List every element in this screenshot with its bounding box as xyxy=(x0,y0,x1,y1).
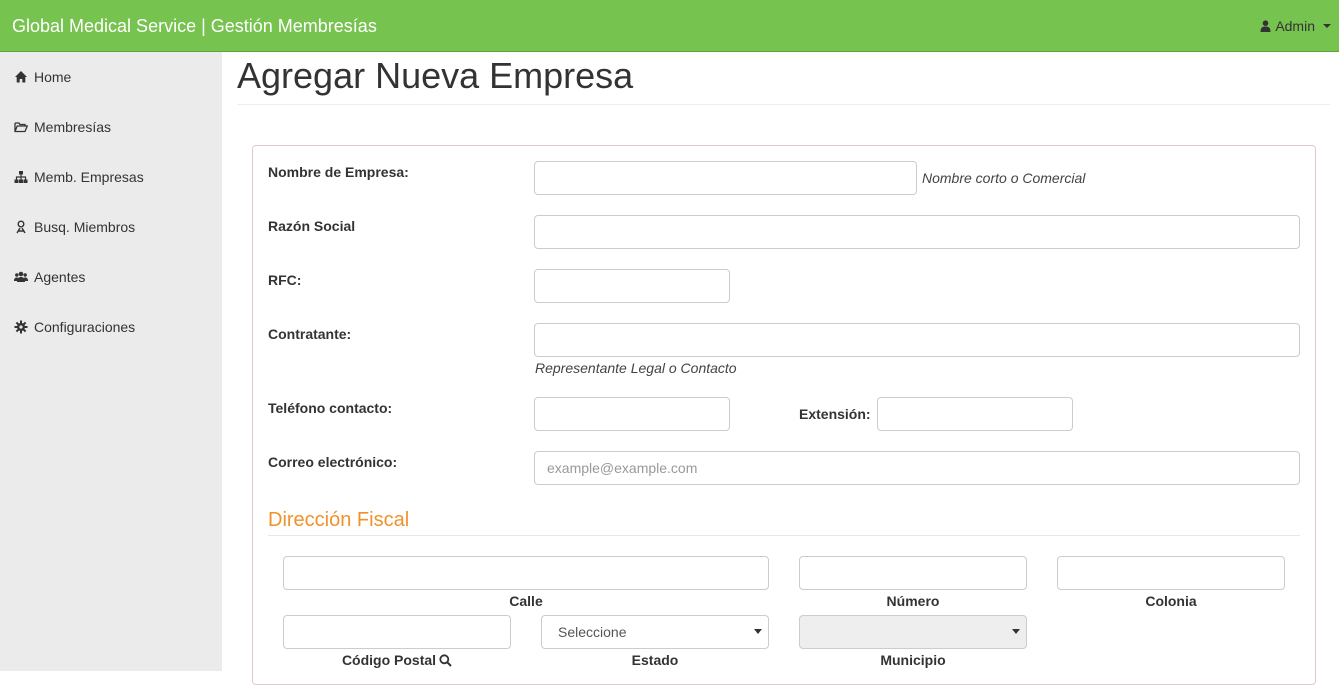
search-icon[interactable] xyxy=(439,653,452,667)
title-divider xyxy=(237,104,1330,105)
top-navbar: Global Medical Service | Gestión Membres… xyxy=(0,0,1339,52)
sitemap-icon xyxy=(14,171,28,183)
razon-social-input[interactable] xyxy=(534,215,1300,249)
section-divider xyxy=(268,535,1300,536)
correo-label: Correo electrónico: xyxy=(268,454,398,470)
sidebar-item-label: Agentes xyxy=(34,269,86,285)
user-menu[interactable]: Admin xyxy=(1260,17,1331,35)
nombre-empresa-help: Nombre corto o Comercial xyxy=(922,170,1086,186)
dropdown-arrow-icon xyxy=(754,629,762,634)
calle-label: Calle xyxy=(509,593,543,609)
municipio-label: Municipio xyxy=(880,652,946,668)
correo-input[interactable] xyxy=(534,451,1300,485)
razon-social-label: Razón Social xyxy=(268,218,356,234)
sidebar-item-label: Home xyxy=(34,69,72,85)
sidebar-item-agentes[interactable]: Agentes xyxy=(14,267,85,287)
direccion-fiscal-title: Dirección Fiscal xyxy=(268,509,410,531)
user-icon xyxy=(1260,20,1271,32)
sidebar-item-label: Membresías xyxy=(34,119,112,135)
estado-label: Estado xyxy=(631,652,679,668)
contratante-help: Representante Legal o Contacto xyxy=(535,360,737,376)
numero-label: Número xyxy=(886,593,940,609)
codigo-postal-label-group: Código Postal xyxy=(283,651,511,669)
extension-input[interactable] xyxy=(877,397,1073,431)
nombre-empresa-label: Nombre de Empresa: xyxy=(268,164,409,180)
gear-icon xyxy=(14,320,28,334)
estado-selected-value: Seleccione xyxy=(558,624,627,640)
home-icon xyxy=(15,71,27,83)
municipio-select[interactable] xyxy=(799,615,1027,649)
sidebar-item-label: Busq. Miembros xyxy=(34,219,136,235)
contratante-input[interactable] xyxy=(534,323,1300,357)
numero-input[interactable] xyxy=(799,556,1027,590)
sidebar-item-busq-miembros[interactable]: Busq. Miembros xyxy=(14,217,135,237)
page-title: Agregar Nueva Empresa xyxy=(237,55,634,96)
codigo-postal-input[interactable] xyxy=(283,615,511,649)
contratante-label: Contratante: xyxy=(268,326,352,342)
estado-select[interactable]: Seleccione xyxy=(541,615,769,649)
user-name: Admin xyxy=(1275,18,1315,34)
dropdown-arrow-icon xyxy=(1012,629,1020,634)
sidebar-item-label: Memb. Empresas xyxy=(34,169,144,185)
colonia-input[interactable] xyxy=(1057,556,1285,590)
colonia-label: Colonia xyxy=(1145,593,1197,609)
calle-input[interactable] xyxy=(283,556,769,590)
sidebar-item-home[interactable]: Home xyxy=(14,67,71,87)
caret-down-icon xyxy=(1323,24,1331,28)
rfc-input[interactable] xyxy=(534,269,730,303)
sidebar-item-label: Configuraciones xyxy=(34,319,136,335)
telefono-input[interactable] xyxy=(534,397,730,431)
rfc-label: RFC: xyxy=(268,272,302,288)
codigo-postal-label: Código Postal xyxy=(341,652,437,668)
folder-open-icon xyxy=(14,122,28,133)
nombre-empresa-input[interactable] xyxy=(534,161,917,195)
users-icon xyxy=(14,271,28,282)
sidebar-item-configuraciones[interactable]: Configuraciones xyxy=(14,317,135,337)
extension-label: Extensión: xyxy=(799,406,871,422)
person-icon xyxy=(16,220,26,234)
sidebar: Home Membresías Memb. Empresas Busq. Mie… xyxy=(0,52,222,671)
app-brand[interactable]: Global Medical Service | Gestión Membres… xyxy=(12,15,377,37)
sidebar-item-memb-empresas[interactable]: Memb. Empresas xyxy=(14,167,144,187)
telefono-label: Teléfono contacto: xyxy=(268,400,393,416)
sidebar-item-membresias[interactable]: Membresías xyxy=(14,117,111,137)
